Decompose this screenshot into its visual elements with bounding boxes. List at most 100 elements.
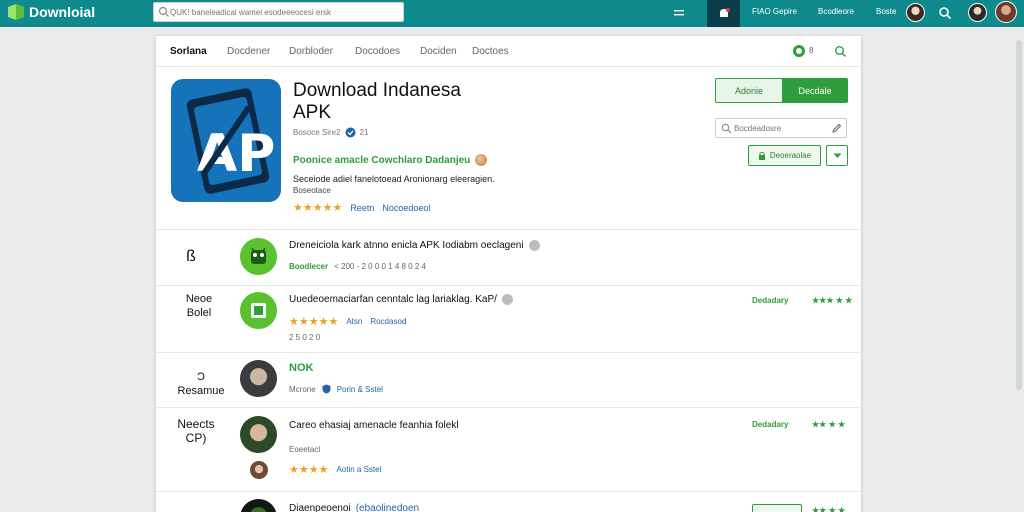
row-side-label: ß [186,248,196,265]
info-icon [528,240,540,251]
app-tagline: Poonice amacle Cowchlaro Dadanjeu [293,154,488,166]
tab-5[interactable]: Dociden [420,46,457,57]
row-rating-label[interactable]: Atsn [346,317,362,326]
side-search[interactable] [715,118,847,138]
row-meta-tag: Boodlecer [289,262,329,271]
app-meta-count: 21 [359,128,369,137]
row-rating-link[interactable]: Aotin a Sstel [336,465,381,474]
svg-text:AP: AP [197,124,275,184]
row-title-link[interactable]: (ebaolinedoen [356,503,419,512]
top-app-bar: Downloial FIAO Gepire Bcodleore Boste [0,0,1024,27]
user-avatar [240,360,277,397]
row-meta-link[interactable]: Porin & Sstel [337,385,383,394]
divider [156,407,861,408]
rating-link[interactable]: Nocoedoeol [382,203,430,213]
row-side-label: Ɔ Resamue [177,371,225,397]
chevron-down-icon [833,153,841,158]
star-rating-icon: ★★★★★ [293,202,343,214]
search-icon[interactable] [938,6,952,20]
tab-2[interactable]: Docdener [227,46,270,57]
status-count: 8 [809,46,814,55]
search-icon[interactable] [834,45,847,58]
site-logo-text: Downloial [29,4,96,20]
top-link-2[interactable]: Bcodleore [818,7,854,16]
app-subtitle: APK [293,102,332,123]
app-description-secondary: Boseotace [293,186,331,195]
row-title-text[interactable]: Dreneiciola kark atnno enicla APK Iodiab… [289,240,524,251]
tab-6[interactable]: Doctoes [472,46,509,57]
row-meta: Boodlecer < 200 - 2 0 0 0 1 4 8 0 2 4 [289,262,426,271]
global-search[interactable] [153,2,404,22]
app-icon: AP [171,79,281,202]
divider [156,285,861,286]
tab-3[interactable]: Dorbloder [289,46,333,57]
app-description: Seceiode adiel fanelotoead Aronionarg el… [293,174,495,184]
tab-bar: Sorlana Docdener Dorbloder Docodoes Doci… [156,36,861,67]
tab-1[interactable]: Sorlana [170,46,207,57]
row-meta: 2 5 0 2 0 [289,333,321,342]
row-title: Dreneiciola kark atnno enicla APK Iodiab… [289,240,540,251]
globe-icon [475,154,488,166]
site-logo[interactable]: Downloial [6,3,95,21]
search-icon [721,123,732,134]
page-scrollbar[interactable] [1016,40,1022,390]
row-meta-detail: < 200 - 2 0 0 0 1 4 8 0 2 4 [334,262,426,271]
row-status: Dedadary [752,420,789,429]
row-status: Dedadary [752,296,789,305]
global-search-input[interactable] [170,4,400,20]
android-avatar [240,238,277,275]
android-icon [241,239,276,274]
row-title: Diaenpeoenoi (ebaolinedoen [289,503,419,512]
top-link-1[interactable]: FIAO Gepire [752,7,797,16]
user-avatar[interactable] [906,3,925,22]
user-avatar [240,416,277,453]
app-rating: ★★★★★ Reetn Nocoedoeol [293,201,430,214]
row-action-button[interactable] [752,504,802,512]
row-score: ★★★ ★ ★ [812,296,853,305]
account-avatar[interactable] [968,3,987,22]
pencil-icon[interactable] [831,123,842,134]
row-score: ★★ ★ ★ [812,506,846,512]
main-panel: Sorlana Docdener Dorbloder Docodoes Doci… [155,35,862,512]
info-icon [501,294,513,305]
notifications-button[interactable] [707,0,740,27]
row-title[interactable]: NOK [289,362,313,374]
app-meta: Bosoce Sire2 21 [293,127,369,138]
row-rating-link[interactable]: Rocdasod [370,317,406,326]
rating-label[interactable]: Reetn [350,203,374,213]
user-avatar [240,499,277,512]
apk-logo-icon: AP [186,88,275,194]
side-search-input[interactable] [734,121,826,135]
top-link-3[interactable]: Boste [876,7,896,16]
app-avatar [240,292,277,329]
row-title-text[interactable]: Uuedeoemaciarfan cenntalc lag lariaklag.… [289,294,497,305]
box-icon [241,293,276,328]
options-dropdown-button[interactable] [826,145,848,166]
install-button-label: Deoeraolae [769,151,812,160]
shield-icon [322,384,331,394]
row-score: ★★ ★ ★ [812,420,846,429]
row-title: Uuedeoemaciarfan cenntalc lag lariaklag.… [289,294,513,305]
tab-4[interactable]: Docodoes [355,46,400,57]
divider [156,352,861,353]
app-meta-text: Bosoce Sire2 [293,128,341,137]
download-button[interactable]: Decdale [782,78,848,103]
divider [156,491,861,492]
row-title[interactable]: Careo ehasiaj amenacle feanhia folekl [289,420,459,431]
row-meta: Eoeetacl [289,445,321,454]
search-icon [158,6,169,17]
star-rating-icon: ★★★★★ [289,316,339,328]
star-rating-icon: ★★★★ [289,464,329,476]
row-title-text[interactable]: Diaenpeoenoi [289,503,351,512]
bell-icon [719,7,730,17]
row-meta-text: Mcrone [289,384,316,394]
secondary-action-button[interactable]: Adonie [715,78,783,103]
menu-icon[interactable] [672,6,686,20]
install-button[interactable]: Deoeraolae [748,145,821,166]
profile-avatar[interactable] [995,1,1017,23]
row-meta: Mcrone Porin & Sstel [289,384,383,394]
divider [156,229,861,230]
row-rating: ★★★★★ Atsn Rocdasod [289,315,406,328]
download-logo-icon [8,4,24,20]
lock-icon [758,151,765,160]
